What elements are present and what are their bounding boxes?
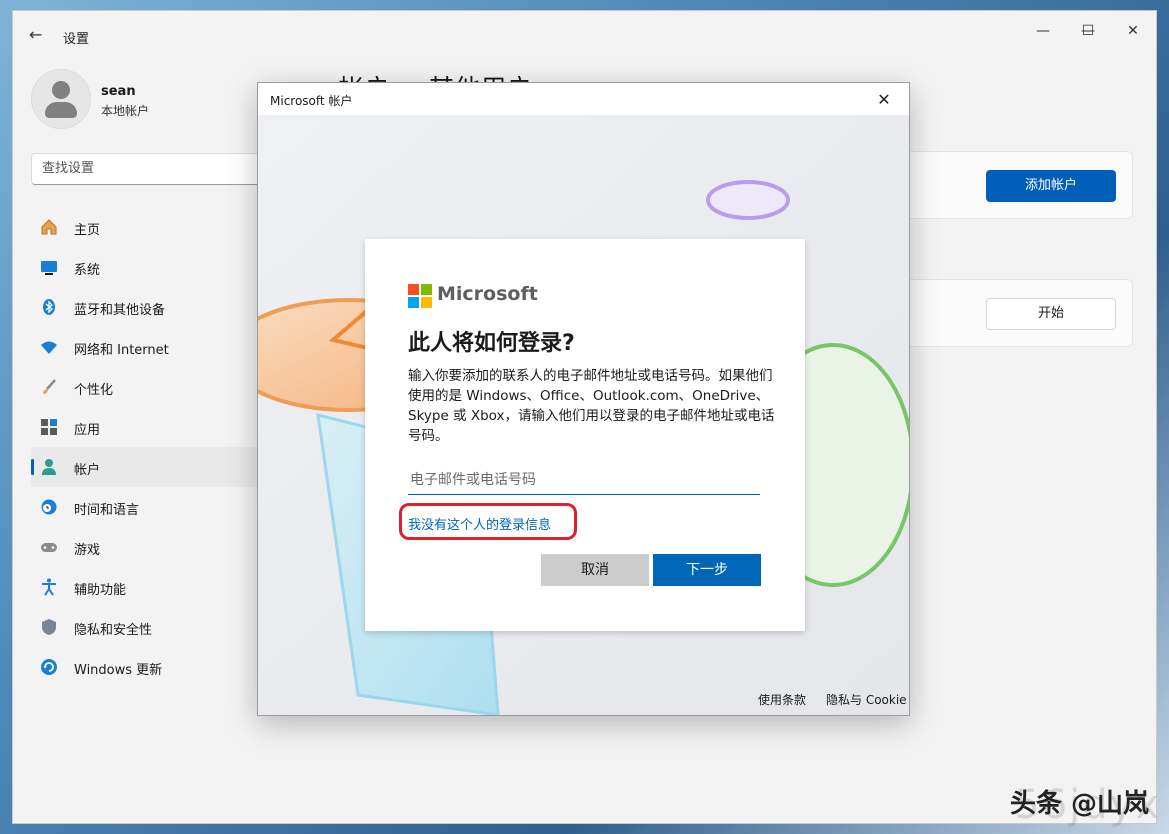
- add-account-button[interactable]: 添加帐户: [986, 170, 1116, 202]
- wifi-icon: [40, 338, 58, 356]
- sidebar-item-system[interactable]: 系统: [31, 247, 271, 287]
- search-input[interactable]: 查找设置: [31, 153, 271, 185]
- microsoft-account-dialog: Microsoft 帐户 ✕ Microsoft 此人将如何登录? 输入你要添加…: [257, 82, 910, 716]
- sidebar-item-windows-update[interactable]: Windows 更新: [31, 647, 271, 687]
- sidebar-item-label: 系统: [74, 263, 101, 278]
- start-button[interactable]: 开始: [986, 298, 1116, 330]
- active-indicator: [31, 459, 34, 475]
- microsoft-logo-icon: [408, 284, 432, 308]
- sidebar-item-time-language[interactable]: 时间和语言: [31, 487, 271, 527]
- apps-icon: [40, 418, 58, 436]
- sidebar-item-apps[interactable]: 应用: [31, 407, 271, 447]
- no-sign-in-info-link[interactable]: 我没有这个人的登录信息: [408, 514, 551, 533]
- dialog-title: Microsoft 帐户: [270, 94, 353, 108]
- back-arrow-icon[interactable]: ←: [29, 25, 42, 44]
- sidebar-item-label: 帐户: [74, 463, 101, 478]
- app-title: 设置: [63, 32, 90, 47]
- sidebar-item-label: 网络和 Internet: [74, 343, 169, 358]
- sidebar-nav: 主页 系统 蓝牙和其他设备 网络和 Internet 个性化 应用 帐户 时间和…: [31, 207, 271, 687]
- sidebar-item-accessibility[interactable]: 辅助功能: [31, 567, 271, 607]
- sidebar-item-personalization[interactable]: 个性化: [31, 367, 271, 407]
- sidebar-item-privacy[interactable]: 隐私和安全性: [31, 607, 271, 647]
- sidebar-item-label: Windows 更新: [74, 663, 163, 678]
- accessibility-icon: [40, 578, 58, 596]
- clock-globe-icon: [40, 498, 58, 516]
- account-type: 本地帐户: [101, 104, 150, 118]
- terms-of-use-link[interactable]: 使用条款: [758, 691, 806, 708]
- update-icon: [40, 658, 58, 676]
- sign-in-heading: 此人将如何登录?: [408, 331, 575, 356]
- dialog-body: Microsoft 此人将如何登录? 输入你要添加的联系人的电子邮件地址或电话号…: [258, 115, 909, 715]
- sidebar-item-gaming[interactable]: 游戏: [31, 527, 271, 567]
- bluetooth-icon: [40, 298, 58, 316]
- sidebar-item-label: 时间和语言: [74, 503, 140, 518]
- email-field[interactable]: [408, 465, 760, 495]
- sidebar-item-label: 隐私和安全性: [74, 623, 153, 638]
- microsoft-brand: Microsoft: [437, 283, 538, 305]
- sidebar-item-home[interactable]: 主页: [31, 207, 271, 247]
- sidebar-item-label: 游戏: [74, 543, 101, 558]
- avatar: [31, 69, 91, 129]
- sidebar-item-label: 应用: [74, 423, 101, 438]
- close-window-button[interactable]: ✕: [1113, 19, 1153, 43]
- user-name: sean: [101, 84, 136, 99]
- sidebar-item-accounts[interactable]: 帐户: [31, 447, 271, 487]
- sidebar-item-network[interactable]: 网络和 Internet: [31, 327, 271, 367]
- dialog-close-button[interactable]: ✕: [869, 88, 899, 112]
- sidebar-item-label: 主页: [74, 223, 101, 238]
- sidebar-item-label: 辅助功能: [74, 583, 127, 598]
- brush-icon: [40, 378, 58, 396]
- home-icon: [40, 218, 58, 236]
- shield-icon: [40, 618, 58, 636]
- minimize-button-2[interactable]: —: [1023, 19, 1063, 43]
- sign-in-description: 输入你要添加的联系人的电子邮件地址或电话号码。如果他们使用的是 Windows、…: [408, 368, 775, 444]
- watermark: 头条 @山岚: [1009, 789, 1149, 819]
- sidebar-item-label: 个性化: [74, 383, 114, 398]
- privacy-cookies-link[interactable]: 隐私与 Cookie: [826, 691, 907, 708]
- gamepad-icon: [40, 538, 58, 556]
- sidebar-item-bluetooth[interactable]: 蓝牙和其他设备: [31, 287, 271, 327]
- account-icon: [40, 458, 58, 476]
- system-icon: [40, 258, 58, 276]
- title-bar: ← 设置 —: [13, 11, 1156, 57]
- sidebar-item-label: 蓝牙和其他设备: [74, 303, 166, 318]
- sign-in-card: Microsoft 此人将如何登录? 输入你要添加的联系人的电子邮件地址或电话号…: [365, 239, 805, 631]
- next-button[interactable]: 下一步: [653, 554, 761, 586]
- cancel-button[interactable]: 取消: [541, 554, 649, 586]
- maximize-button[interactable]: ☐: [1068, 19, 1108, 43]
